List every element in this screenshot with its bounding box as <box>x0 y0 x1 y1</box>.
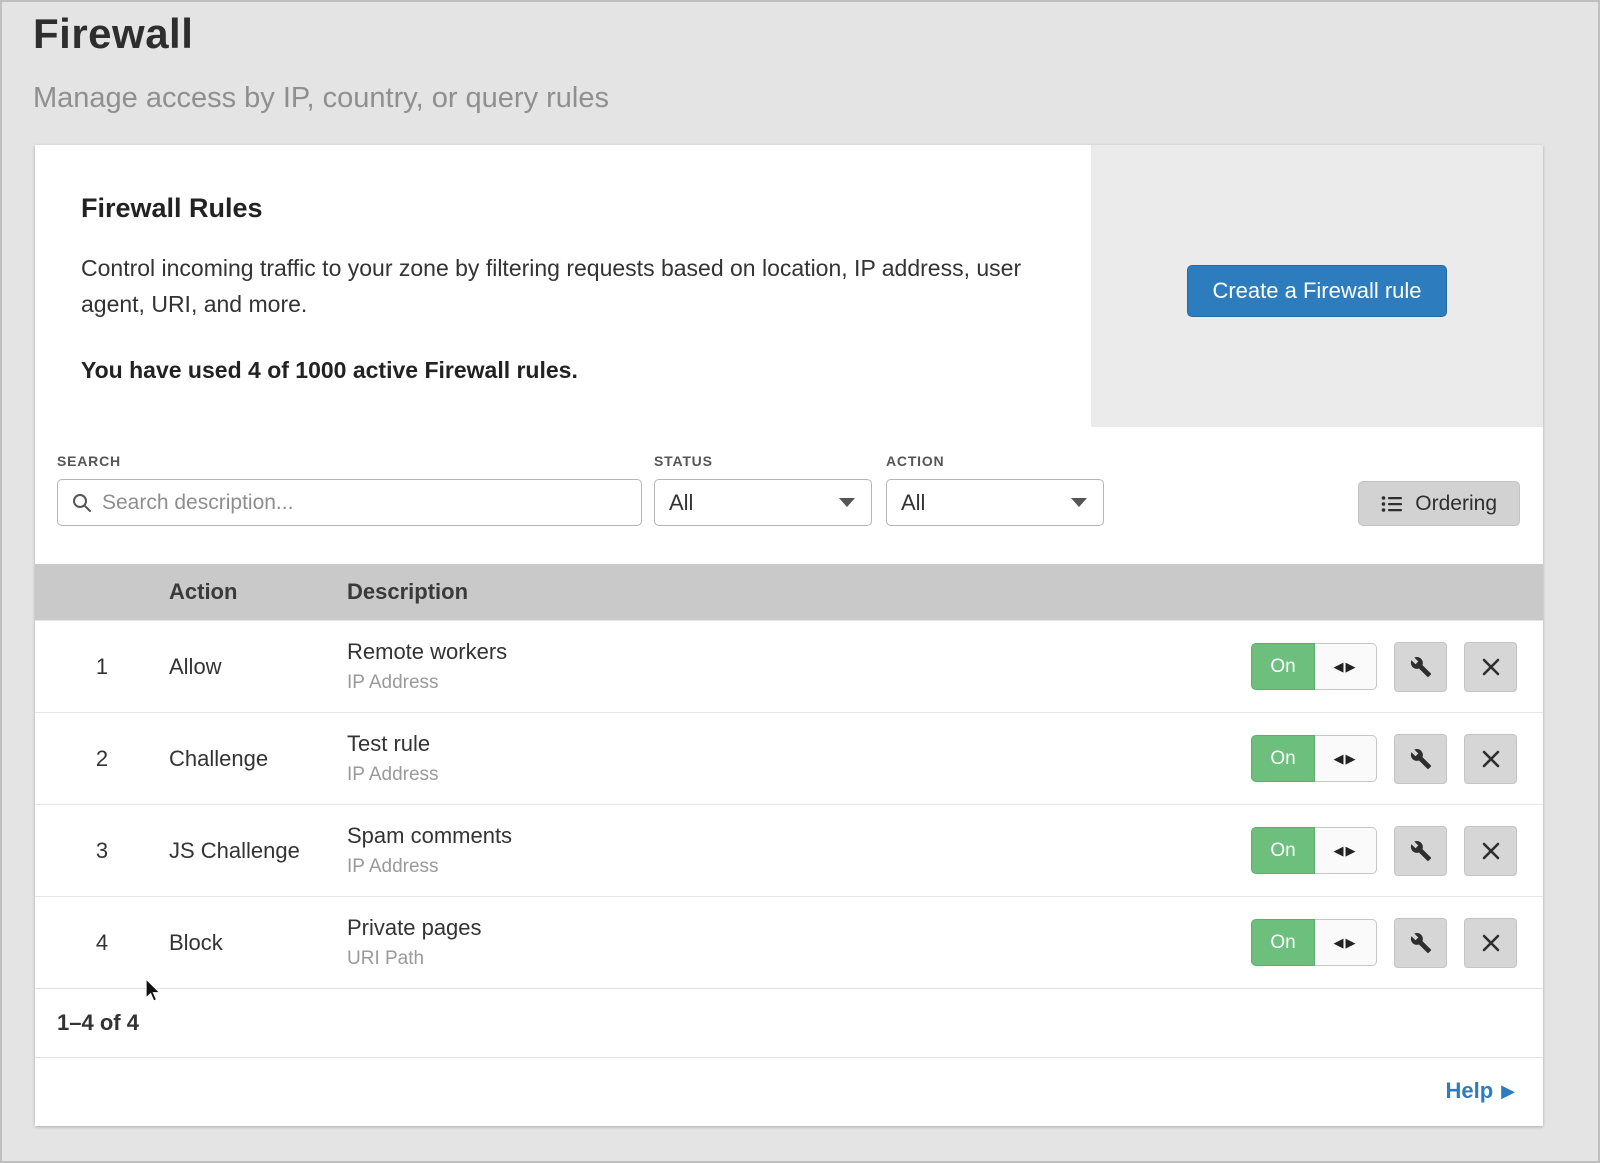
pagination-summary: 1–4 of 4 <box>35 988 1543 1057</box>
ordering-button-label: Ordering <box>1415 492 1497 516</box>
table-row: 3 JS Challenge Spam comments IP Address … <box>35 804 1543 896</box>
page-header: Firewall Manage access by IP, country, o… <box>2 2 1598 115</box>
section-heading: Firewall Rules <box>81 193 1031 224</box>
edit-rule-button[interactable] <box>1394 734 1447 784</box>
delete-rule-button[interactable] <box>1464 918 1517 968</box>
rule-controls: On ◀▶ <box>1243 734 1543 784</box>
rule-description: Spam comments <box>347 823 1243 849</box>
edit-rule-button[interactable] <box>1394 642 1447 692</box>
search-icon <box>71 492 93 514</box>
search-input[interactable] <box>57 479 642 526</box>
close-icon <box>1481 933 1501 953</box>
search-filter-group: SEARCH <box>57 453 642 526</box>
close-icon <box>1481 749 1501 769</box>
rule-controls: On ◀▶ <box>1243 826 1543 876</box>
rule-match-type: URI Path <box>347 948 1243 970</box>
close-icon <box>1481 657 1501 677</box>
hero-action-panel: Create a Firewall rule <box>1091 145 1543 427</box>
rule-action: JS Challenge <box>169 838 347 864</box>
rule-action: Allow <box>169 654 347 680</box>
action-selected-value: All <box>901 490 925 516</box>
table-header-row: Action Description <box>35 564 1543 620</box>
action-select[interactable]: All <box>886 479 1104 526</box>
rule-priority: 4 <box>35 930 169 956</box>
create-firewall-rule-button[interactable]: Create a Firewall rule <box>1187 265 1446 317</box>
edit-rule-button[interactable] <box>1394 826 1447 876</box>
delete-rule-button[interactable] <box>1464 642 1517 692</box>
toggle-on-button[interactable]: On <box>1251 735 1315 782</box>
page-title: Firewall <box>33 10 1598 58</box>
toggle-arrows-icon[interactable]: ◀▶ <box>1315 735 1377 782</box>
firewall-rules-card: Firewall Rules Control incoming traffic … <box>35 145 1543 1126</box>
chevron-down-icon <box>1071 498 1087 507</box>
rule-controls: On ◀▶ <box>1243 642 1543 692</box>
rule-priority: 3 <box>35 838 169 864</box>
chevron-down-icon <box>839 498 855 507</box>
rule-match-type: IP Address <box>347 856 1243 878</box>
wrench-icon <box>1410 748 1432 770</box>
rule-toggle: On ◀▶ <box>1251 827 1377 874</box>
rule-toggle: On ◀▶ <box>1251 643 1377 690</box>
table-row: 1 Allow Remote workers IP Address On ◀▶ <box>35 620 1543 712</box>
page-subtitle: Manage access by IP, country, or query r… <box>33 82 1598 115</box>
table-row: 2 Challenge Test rule IP Address On ◀▶ <box>35 712 1543 804</box>
action-filter-group: ACTION All <box>886 453 1104 526</box>
toggle-on-button[interactable]: On <box>1251 919 1315 966</box>
rule-description: Test rule <box>347 731 1243 757</box>
search-field-wrapper <box>57 479 642 526</box>
search-label: SEARCH <box>57 453 642 469</box>
rule-description-cell: Spam comments IP Address <box>347 823 1243 878</box>
table-row: 4 Block Private pages URI Path On ◀▶ <box>35 896 1543 988</box>
toggle-on-button[interactable]: On <box>1251 827 1315 874</box>
rule-description-cell: Test rule IP Address <box>347 731 1243 786</box>
filter-bar: SEARCH STATUS All ACTION <box>35 427 1543 564</box>
rule-priority: 2 <box>35 746 169 772</box>
help-row: Help ▶ <box>35 1057 1543 1126</box>
rule-description-cell: Private pages URI Path <box>347 915 1243 970</box>
toggle-arrows-icon[interactable]: ◀▶ <box>1315 643 1377 690</box>
header-description: Description <box>347 579 1243 605</box>
hero-text: Firewall Rules Control incoming traffic … <box>35 145 1091 427</box>
delete-rule-button[interactable] <box>1464 734 1517 784</box>
firewall-page: Firewall Manage access by IP, country, o… <box>0 0 1600 1163</box>
help-link[interactable]: Help <box>1445 1078 1493 1104</box>
close-icon <box>1481 841 1501 861</box>
rule-description: Private pages <box>347 915 1243 941</box>
status-filter-group: STATUS All <box>654 453 872 526</box>
help-arrow-icon: ▶ <box>1501 1081 1515 1102</box>
ordering-list-icon <box>1381 494 1403 514</box>
rule-action: Block <box>169 930 347 956</box>
rule-priority: 1 <box>35 654 169 680</box>
rule-action: Challenge <box>169 746 347 772</box>
wrench-icon <box>1410 840 1432 862</box>
rule-description: Remote workers <box>347 639 1243 665</box>
wrench-icon <box>1410 932 1432 954</box>
ordering-button[interactable]: Ordering <box>1358 481 1520 526</box>
usage-summary: You have used 4 of 1000 active Firewall … <box>81 357 1031 384</box>
edit-rule-button[interactable] <box>1394 918 1447 968</box>
rule-match-type: IP Address <box>347 764 1243 786</box>
section-description: Control incoming traffic to your zone by… <box>81 250 1031 323</box>
rule-controls: On ◀▶ <box>1243 918 1543 968</box>
rule-description-cell: Remote workers IP Address <box>347 639 1243 694</box>
toggle-arrows-icon[interactable]: ◀▶ <box>1315 919 1377 966</box>
status-label: STATUS <box>654 453 872 469</box>
hero-section: Firewall Rules Control incoming traffic … <box>35 145 1543 427</box>
status-select[interactable]: All <box>654 479 872 526</box>
toggle-on-button[interactable]: On <box>1251 643 1315 690</box>
rule-match-type: IP Address <box>347 672 1243 694</box>
rule-toggle: On ◀▶ <box>1251 735 1377 782</box>
header-action: Action <box>169 579 347 605</box>
action-label: ACTION <box>886 453 1104 469</box>
rule-toggle: On ◀▶ <box>1251 919 1377 966</box>
status-selected-value: All <box>669 490 693 516</box>
delete-rule-button[interactable] <box>1464 826 1517 876</box>
wrench-icon <box>1410 656 1432 678</box>
toggle-arrows-icon[interactable]: ◀▶ <box>1315 827 1377 874</box>
